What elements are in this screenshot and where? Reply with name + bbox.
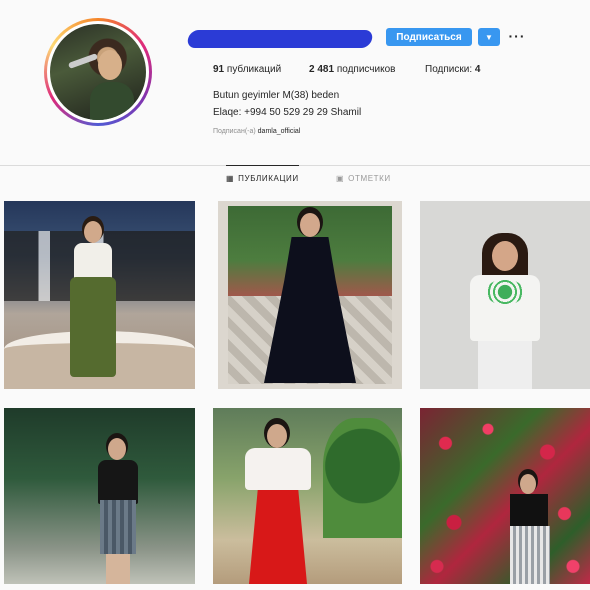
post-thumbnail[interactable]	[4, 201, 195, 389]
username-redacted	[186, 30, 374, 48]
tab-posts-label: ПУБЛИКАЦИИ	[238, 173, 299, 183]
following-count: 4	[474, 64, 481, 75]
profile-stats: 91 публикаций 2 481 подписчиков Подписки…	[213, 64, 513, 78]
posts-stat: 91 публикаций	[213, 64, 281, 75]
bio-name: Butun geyimler M(38) beden	[213, 90, 340, 101]
tab-tagged[interactable]: ▣ ОТМЕТКИ	[336, 166, 391, 190]
chevron-down-icon: ▼	[485, 32, 493, 42]
following-label: Подписки:	[425, 64, 473, 75]
follow-button[interactable]: Подписаться	[386, 28, 472, 46]
hedge	[323, 418, 402, 538]
bio-contact: Elaqe: +994 50 529 29 29 Shamil	[213, 107, 362, 118]
followed-by: Подписан(-а) damla_official	[213, 128, 300, 135]
more-options-button[interactable]: ···	[508, 27, 526, 45]
woman-figure	[241, 424, 315, 584]
post-thumbnail[interactable]	[213, 408, 402, 584]
avatar-face	[98, 50, 122, 80]
tag-icon: ▣	[336, 173, 345, 183]
tab-posts[interactable]: ▦ ПУБЛИКАЦИИ	[226, 165, 299, 189]
profile-header: Подписаться ▼ ··· 91 публикаций 2 481 по…	[0, 0, 590, 165]
suggestions-dropdown-button[interactable]: ▼	[478, 28, 500, 46]
avatar-body	[90, 82, 134, 120]
posts-label: публикаций	[226, 64, 282, 75]
avatar-story-ring[interactable]	[44, 18, 152, 126]
post-thumbnail[interactable]	[218, 201, 402, 389]
followed-by-prefix: Подписан(-а)	[213, 128, 256, 135]
microphone-shape	[67, 53, 99, 69]
post-thumbnail[interactable]	[420, 201, 590, 389]
followers-stat[interactable]: 2 481 подписчиков	[309, 64, 395, 75]
woman-figure	[92, 438, 144, 584]
gown-figure	[264, 213, 356, 383]
tab-tagged-label: ОТМЕТКИ	[348, 173, 391, 183]
singer-figure	[68, 221, 120, 386]
followers-count: 2 481	[309, 64, 335, 75]
followers-label: подписчиков	[336, 64, 396, 75]
post-thumbnail[interactable]	[4, 408, 195, 584]
model-figure	[464, 233, 546, 389]
post-thumbnail[interactable]	[420, 408, 590, 584]
grid-icon: ▦	[226, 173, 235, 183]
more-options-icon: ···	[508, 28, 526, 44]
avatar[interactable]	[47, 21, 149, 123]
woman-figure	[504, 474, 554, 584]
following-stat[interactable]: Подписки: 4	[425, 64, 480, 75]
followed-by-account-link[interactable]: damla_official	[258, 128, 301, 135]
posts-count: 91	[213, 64, 225, 75]
